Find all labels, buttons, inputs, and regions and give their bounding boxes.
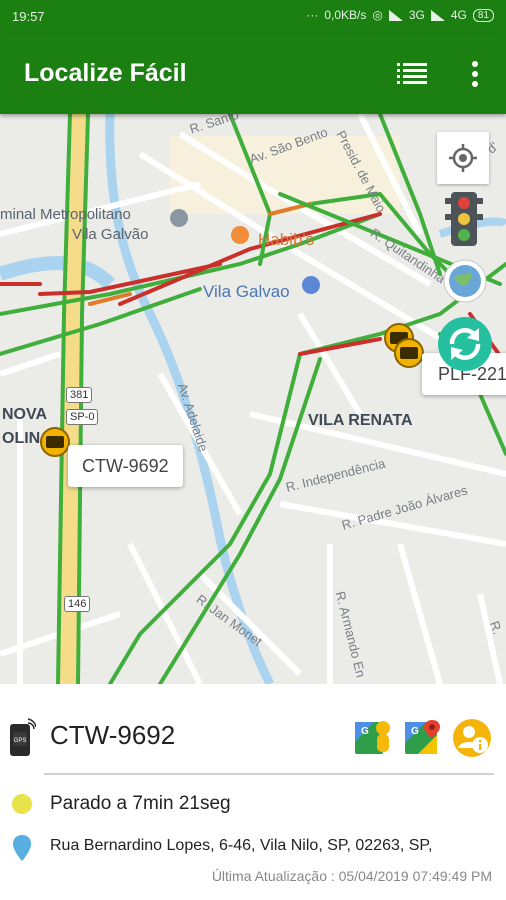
svg-text:G: G (361, 726, 369, 737)
restaurant-poi (231, 226, 249, 244)
vehicle-info-button[interactable] (452, 718, 492, 758)
highway-shield: SP-0 (66, 409, 99, 425)
street-view-button[interactable]: G (354, 718, 392, 756)
vehicle-list-button[interactable] (392, 56, 432, 92)
signal-icon (388, 9, 403, 21)
traffic-toggle-button[interactable] (442, 188, 486, 248)
info-icon (453, 719, 491, 757)
map-label-terminal: minal Metropolitano (0, 206, 131, 223)
shopping-poi (302, 276, 320, 294)
wifi-icon: ◎ (372, 8, 383, 22)
vehicle-address: Rua Bernardino Lopes, 6-46, Vila Nilo, S… (50, 837, 433, 854)
highway-shield: 146 (64, 596, 91, 612)
map-pin-icon (12, 834, 32, 862)
divider (44, 773, 494, 775)
my-location-icon (449, 144, 477, 172)
status-time: 19:57 (12, 9, 45, 24)
vehicle-info-panel: GPS CTW-9692 G G Parado a 7min 21seg Rua… (0, 684, 506, 900)
signal-icon-2 (430, 9, 445, 21)
map-label-nova: NOVA (2, 406, 48, 423)
refresh-icon (438, 317, 492, 371)
street-view-icon: G (355, 721, 390, 754)
map-label-vila-renata: VILA RENATA (308, 412, 413, 429)
map-label-habibs: Habib's (258, 230, 315, 249)
river (0, 256, 115, 290)
status-indicator-dot (12, 794, 32, 814)
network-speed: 0,0KB/s (324, 8, 367, 22)
google-maps-button[interactable]: G (404, 718, 442, 756)
vehicle-status: Parado a 7min 21seg (50, 793, 231, 814)
vehicle-marker-plf-2[interactable] (394, 338, 424, 368)
more-vert-icon (472, 61, 478, 87)
status-indicators: ··· 0,0KB/s ◎ 3G 4G 81 (306, 8, 494, 22)
my-location-button[interactable] (437, 132, 489, 184)
svg-text:GPS: GPS (14, 738, 27, 744)
dots-icon: ··· (306, 8, 319, 22)
transit-poi (170, 209, 188, 227)
app-bar: Localize Fácil (0, 34, 506, 114)
status-bar: 19:57 ··· 0,0KB/s ◎ 3G 4G 81 (0, 0, 506, 34)
last-update: Última Atualização : 05/04/2019 07:49:49… (211, 868, 492, 884)
network-3g: 3G (408, 8, 425, 22)
network-4g: 4G (450, 8, 467, 22)
app-screen: 19:57 ··· 0,0KB/s ◎ 3G 4G 81 Localize Fá… (0, 0, 506, 900)
satellite-globe-icon (443, 259, 487, 303)
gps-tracker-icon: GPS (8, 718, 37, 758)
vehicle-plate: CTW-9692 (50, 720, 176, 750)
satellite-toggle-button[interactable] (440, 256, 490, 306)
map-label-olin: OLIN (2, 430, 41, 447)
svg-text:G: G (411, 726, 419, 737)
google-maps-icon: G (405, 720, 440, 754)
vehicle-marker-ctw[interactable] (40, 427, 70, 457)
highway-shield: 381 (66, 387, 93, 403)
app-title: Localize Fácil (24, 59, 187, 87)
map-view[interactable]: R. Santo Av. São Bento Presid. de Maio R… (0, 114, 506, 684)
map-label-vila-galvao: Vila Galvao (203, 282, 290, 301)
map-label-terminal-2: Vila Galvão (72, 226, 149, 243)
battery-icon: 81 (472, 8, 494, 22)
truck-icon (46, 436, 64, 448)
vehicle-callout-ctw[interactable]: CTW-9692 (68, 445, 183, 487)
more-options-button[interactable] (458, 56, 492, 92)
refresh-button[interactable] (437, 316, 493, 372)
truck-icon (400, 347, 418, 359)
list-icon (397, 63, 427, 84)
traffic-light-icon (445, 192, 483, 246)
